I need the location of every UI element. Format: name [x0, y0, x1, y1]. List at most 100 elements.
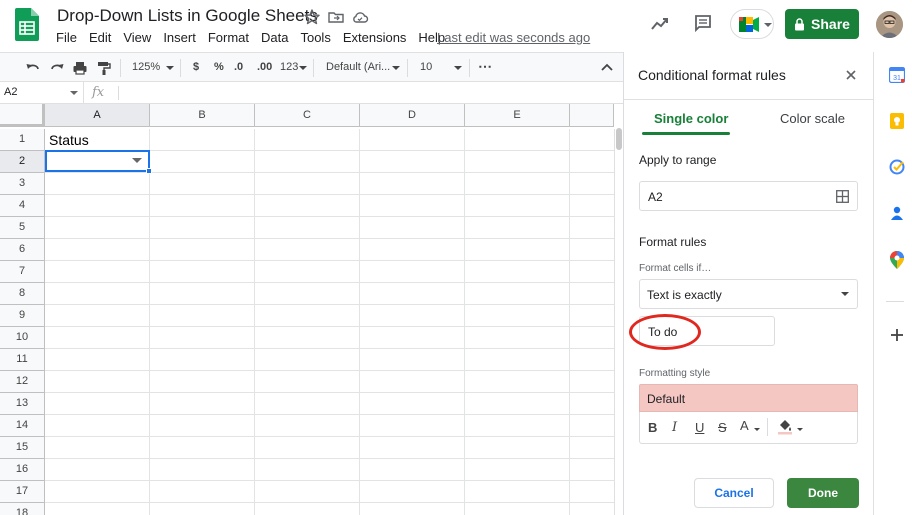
share-button[interactable]: Share [785, 9, 859, 39]
column-header-a[interactable]: A [45, 104, 150, 127]
select-all-corner[interactable] [0, 104, 45, 127]
gridline [45, 326, 615, 327]
last-edit-link[interactable]: Last edit was seconds ago [437, 30, 590, 45]
vertical-scrollbar[interactable] [614, 129, 623, 515]
font-select[interactable]: Default (Ari... [326, 61, 390, 73]
chevron-down-icon[interactable] [797, 428, 803, 431]
row-header[interactable]: 10 [0, 327, 45, 349]
format-style-toolbar: B I U S A [639, 412, 858, 444]
chevron-down-icon[interactable] [454, 66, 462, 70]
keep-icon[interactable] [889, 113, 905, 129]
gridline [45, 172, 615, 173]
formula-input[interactable] [122, 82, 612, 104]
chevron-down-icon[interactable] [392, 66, 400, 70]
zoom-select[interactable]: 125% [132, 61, 160, 73]
row-header[interactable]: 1 [0, 129, 45, 151]
done-button[interactable]: Done [787, 478, 859, 508]
chevron-down-icon[interactable] [299, 66, 307, 70]
add-addon-icon[interactable] [890, 328, 904, 342]
cell-a1[interactable]: Status [49, 132, 89, 148]
decrease-decimal-button[interactable]: .0 [234, 61, 243, 73]
menu-format[interactable]: Format [202, 30, 255, 48]
move-folder-icon[interactable] [327, 8, 345, 26]
row-header[interactable]: 17 [0, 481, 45, 503]
row-header[interactable]: 11 [0, 349, 45, 371]
increase-decimal-button[interactable]: .00 [257, 61, 272, 73]
paint-format-icon[interactable] [96, 60, 112, 76]
column-header-e[interactable]: E [465, 104, 570, 127]
menu-insert[interactable]: Insert [157, 30, 202, 48]
cell-a2-selected[interactable] [45, 150, 152, 174]
underline-button[interactable]: U [695, 420, 704, 435]
row-header[interactable]: 6 [0, 239, 45, 261]
star-icon[interactable] [303, 8, 321, 26]
comment-icon[interactable] [693, 13, 713, 33]
text-color-button[interactable]: A [740, 418, 749, 433]
menu-edit[interactable]: Edit [83, 30, 117, 48]
select-range-icon[interactable] [836, 190, 849, 203]
row-header[interactable]: 2 [0, 151, 45, 173]
italic-button[interactable]: I [672, 420, 677, 435]
row-header[interactable]: 12 [0, 371, 45, 393]
row-header[interactable]: 9 [0, 305, 45, 327]
more-button[interactable]: ⋯ [478, 58, 492, 75]
range-input[interactable]: A2 [639, 181, 858, 211]
avatar[interactable] [876, 11, 903, 38]
chevron-down-icon[interactable] [70, 91, 78, 95]
tab-color-scale[interactable]: Color scale [780, 111, 845, 126]
row-header[interactable]: 4 [0, 195, 45, 217]
font-size-select[interactable]: 10 [420, 61, 432, 73]
row-header[interactable]: 18 [0, 503, 45, 515]
contacts-icon[interactable] [889, 205, 905, 221]
fill-handle[interactable] [146, 168, 152, 174]
menu-tools[interactable]: Tools [294, 30, 336, 48]
column-header-d[interactable]: D [360, 104, 465, 127]
redo-icon[interactable] [49, 60, 65, 76]
trend-icon[interactable] [650, 14, 670, 34]
highlight-circle [629, 314, 701, 350]
formula-divider [118, 86, 119, 100]
tasks-icon[interactable] [889, 159, 905, 175]
menu-extensions[interactable]: Extensions [337, 30, 413, 48]
row-header[interactable]: 7 [0, 261, 45, 283]
row-header[interactable]: 16 [0, 459, 45, 481]
menu-view[interactable]: View [117, 30, 157, 48]
fill-color-icon[interactable] [777, 417, 793, 435]
row-header[interactable]: 8 [0, 283, 45, 305]
strikethrough-button[interactable]: S [718, 420, 727, 435]
style-preview-select[interactable]: Default [639, 384, 858, 412]
more-formats-button[interactable]: 123 [280, 61, 298, 73]
bold-button[interactable]: B [648, 420, 657, 435]
menu-file[interactable]: File [50, 30, 83, 48]
column-header-f[interactable] [570, 104, 614, 127]
row-header[interactable]: 14 [0, 415, 45, 437]
maps-icon[interactable] [890, 251, 904, 269]
tab-single-color[interactable]: Single color [654, 111, 728, 126]
calendar-icon[interactable]: 31 [889, 67, 905, 83]
cancel-button[interactable]: Cancel [694, 478, 774, 508]
row-header[interactable]: 15 [0, 437, 45, 459]
scrollbar-thumb[interactable] [616, 128, 622, 150]
collapse-menu-icon[interactable] [601, 62, 613, 72]
currency-button[interactable]: $ [193, 61, 199, 73]
row-header[interactable]: 13 [0, 393, 45, 415]
percent-button[interactable]: % [214, 61, 224, 73]
meet-button[interactable] [730, 9, 774, 39]
print-icon[interactable] [72, 60, 88, 76]
column-header-b[interactable]: B [150, 104, 255, 127]
row-header[interactable]: 3 [0, 173, 45, 195]
close-icon[interactable] [844, 68, 858, 82]
sheets-logo-icon[interactable] [15, 8, 39, 41]
name-box[interactable]: A2 [0, 82, 84, 104]
cloud-saved-icon[interactable] [351, 8, 369, 26]
menu-data[interactable]: Data [255, 30, 294, 48]
gridline [45, 414, 615, 415]
dropdown-chevron-icon[interactable] [132, 158, 142, 163]
column-header-c[interactable]: C [255, 104, 360, 127]
zoom-chevron-icon[interactable] [166, 66, 174, 70]
condition-select[interactable]: Text is exactly [639, 279, 858, 309]
row-header[interactable]: 5 [0, 217, 45, 239]
undo-icon[interactable] [25, 60, 41, 76]
chevron-down-icon[interactable] [754, 428, 760, 431]
doc-title[interactable]: Drop-Down Lists in Google Sheets [57, 6, 318, 26]
